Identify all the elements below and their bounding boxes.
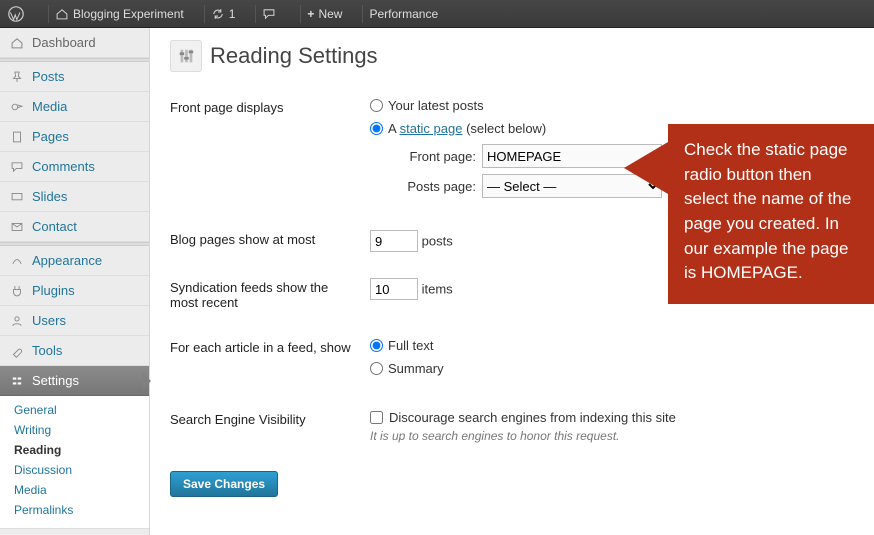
save-button[interactable]: Save Changes — [170, 471, 278, 497]
media-icon — [10, 100, 24, 114]
row-label-front-page: Front page displays — [170, 90, 370, 222]
sub-discussion[interactable]: Discussion — [0, 460, 149, 480]
row-label-feed-show: For each article in a feed, show — [170, 330, 370, 402]
settings-submenu: General Writing Reading Discussion Media… — [0, 396, 149, 529]
refresh-icon — [211, 7, 225, 21]
blog-pages-unit: posts — [422, 234, 453, 249]
settings-icon — [10, 374, 24, 388]
radio-static-page[interactable] — [370, 122, 383, 135]
tools-icon — [10, 344, 24, 358]
posts-page-select-label: Posts page: — [386, 179, 476, 194]
radio-latest-label: Your latest posts — [388, 98, 484, 113]
updates-count: 1 — [229, 7, 236, 21]
page-title: Reading Settings — [170, 40, 854, 72]
performance-label: Performance — [369, 7, 438, 21]
sev-checkbox-label: Discourage search engines from indexing … — [389, 410, 676, 425]
sidebar-item-label: Slides — [32, 189, 67, 204]
sidebar-item-posts[interactable]: Posts — [0, 62, 149, 92]
slides-icon — [10, 190, 24, 204]
site-name-link[interactable]: Blogging Experiment — [55, 7, 184, 21]
blog-pages-input[interactable] — [370, 230, 418, 252]
wordpress-icon — [8, 6, 24, 22]
row-label-sev: Search Engine Visibility — [170, 402, 370, 461]
annotation-callout: Check the static page radio button then … — [668, 124, 874, 304]
sidebar-item-label: Contact — [32, 219, 77, 234]
radio-full-text[interactable] — [370, 339, 383, 352]
sidebar-item-settings[interactable]: Settings — [0, 366, 149, 396]
row-label-syndication: Syndication feeds show the most recent — [170, 270, 370, 330]
sidebar-item-media[interactable]: Media — [0, 92, 149, 122]
sub-reading[interactable]: Reading — [0, 440, 149, 460]
site-name-label: Blogging Experiment — [73, 7, 184, 21]
contact-icon — [10, 220, 24, 234]
sidebar-item-label: Settings — [32, 373, 79, 388]
page-icon — [10, 130, 24, 144]
updates-link[interactable]: 1 — [211, 7, 236, 21]
sidebar-item-pages[interactable]: Pages — [0, 122, 149, 152]
admin-sidebar: Dashboard Posts Media Pages Comments Sli… — [0, 28, 150, 535]
sidebar-item-label: Pages — [32, 129, 69, 144]
sidebar-item-slides[interactable]: Slides — [0, 182, 149, 212]
sidebar-item-appearance[interactable]: Appearance — [0, 246, 149, 276]
sliders-icon — [170, 40, 202, 72]
sidebar-item-label: Appearance — [32, 253, 102, 268]
syndication-unit: items — [422, 282, 453, 297]
users-icon — [10, 314, 24, 328]
plus-icon: + — [307, 7, 314, 21]
sidebar-item-label: Posts — [32, 69, 65, 84]
callout-text: Check the static page radio button then … — [684, 140, 851, 282]
sub-writing[interactable]: Writing — [0, 420, 149, 440]
static-page-link[interactable]: static page — [400, 121, 463, 136]
sidebar-item-users[interactable]: Users — [0, 306, 149, 336]
comment-icon — [262, 7, 276, 21]
plugin-icon — [10, 284, 24, 298]
sub-general[interactable]: General — [0, 400, 149, 420]
sidebar-item-comments[interactable]: Comments — [0, 152, 149, 182]
radio-full-label: Full text — [388, 338, 434, 353]
sidebar-item-label: Users — [32, 313, 66, 328]
home-icon — [55, 7, 69, 21]
content-area: Reading Settings Front page displays You… — [150, 28, 874, 535]
sidebar-item-plugins[interactable]: Plugins — [0, 276, 149, 306]
page-title-text: Reading Settings — [210, 43, 378, 69]
sev-desc: It is up to search engines to honor this… — [370, 429, 854, 443]
new-label: New — [318, 7, 342, 21]
comment-icon — [10, 160, 24, 174]
comments-link[interactable] — [262, 7, 280, 21]
sidebar-item-label: Media — [32, 99, 67, 114]
syndication-input[interactable] — [370, 278, 418, 300]
performance-link[interactable]: Performance — [369, 7, 438, 21]
sidebar-item-tools[interactable]: Tools — [0, 336, 149, 366]
appearance-icon — [10, 254, 24, 268]
sidebar-item-label: Plugins — [32, 283, 75, 298]
dashboard-icon — [10, 36, 24, 50]
sev-checkbox[interactable] — [370, 411, 383, 424]
row-label-blog-pages: Blog pages show at most — [170, 222, 370, 270]
sidebar-item-contact[interactable]: Contact — [0, 212, 149, 242]
radio-latest-posts[interactable] — [370, 99, 383, 112]
sidebar-item-label: Comments — [32, 159, 95, 174]
radio-summary[interactable] — [370, 362, 383, 375]
radio-summary-label: Summary — [388, 361, 444, 376]
pin-icon — [10, 70, 24, 84]
sub-permalinks[interactable]: Permalinks — [0, 500, 149, 520]
sidebar-item-label: Dashboard — [32, 35, 96, 50]
front-page-select-label: Front page: — [386, 149, 476, 164]
wp-logo[interactable] — [8, 6, 28, 22]
sidebar-item-dashboard[interactable]: Dashboard — [0, 28, 149, 58]
admin-bar: Blogging Experiment 1 + New Performance — [0, 0, 874, 28]
sub-media[interactable]: Media — [0, 480, 149, 500]
new-link[interactable]: + New — [307, 7, 342, 21]
radio-static-label: A static page (select below) — [388, 121, 546, 136]
sidebar-item-label: Tools — [32, 343, 62, 358]
